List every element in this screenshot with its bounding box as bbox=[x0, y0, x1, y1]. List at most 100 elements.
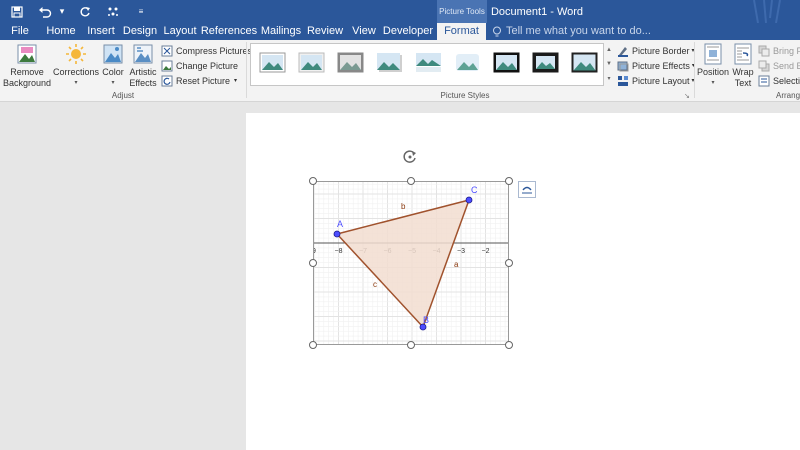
send-backward-icon bbox=[758, 60, 770, 71]
ribbon-format: Remove Background Corrections ▾ Color ▾ … bbox=[0, 40, 800, 102]
tab-references[interactable]: References bbox=[200, 23, 258, 40]
selection-pane-icon bbox=[758, 75, 770, 86]
tab-home[interactable]: Home bbox=[40, 23, 82, 40]
selection-pane-label: Selectio bbox=[773, 75, 800, 86]
corrections-icon bbox=[66, 44, 86, 64]
reset-picture-icon bbox=[161, 75, 173, 86]
tab-review[interactable]: Review bbox=[304, 23, 346, 40]
resize-handle-bottom[interactable] bbox=[407, 341, 415, 349]
remove-background-label2: Background bbox=[2, 78, 52, 88]
picture-layout-button[interactable]: Picture Layout ▾ bbox=[617, 73, 695, 88]
artistic-effects-button[interactable]: Artistic Effects bbox=[127, 42, 159, 89]
picture-style-soft-edge[interactable] bbox=[454, 52, 481, 73]
remove-background-button[interactable]: Remove Background bbox=[2, 42, 52, 89]
position-button[interactable]: Position ▾ bbox=[696, 42, 730, 89]
picture-style-beveled[interactable] bbox=[298, 52, 325, 73]
tab-view[interactable]: View bbox=[346, 23, 382, 40]
save-icon[interactable] bbox=[6, 1, 28, 23]
tab-format[interactable]: Format bbox=[437, 23, 486, 40]
tab-file[interactable]: File bbox=[0, 23, 40, 40]
selection-frame bbox=[313, 181, 509, 345]
picture-border-icon bbox=[618, 46, 628, 57]
position-label: Position bbox=[696, 67, 730, 77]
undo-icon[interactable] bbox=[34, 1, 56, 23]
picture-effects-icon bbox=[617, 61, 629, 71]
touch-mode-icon[interactable] bbox=[102, 1, 124, 23]
picture-style-reflected[interactable] bbox=[415, 52, 442, 73]
resize-handle-top-right[interactable] bbox=[505, 177, 513, 185]
picture-style-double-frame-black[interactable] bbox=[493, 52, 520, 73]
picture-styles-gallery bbox=[250, 43, 614, 86]
send-backward-button[interactable]: Send Ba bbox=[758, 58, 800, 73]
window-decoration bbox=[753, 0, 781, 23]
layout-options-icon bbox=[522, 186, 532, 194]
picture-style-simple-frame[interactable] bbox=[259, 52, 286, 73]
change-picture-label: Change Picture bbox=[176, 60, 239, 71]
compress-pictures-label: Compress Pictures bbox=[176, 45, 253, 56]
compress-pictures-button[interactable]: Compress Pictures bbox=[161, 43, 252, 58]
redo-icon[interactable] bbox=[74, 1, 96, 23]
tab-mailings[interactable]: Mailings bbox=[258, 23, 304, 40]
wrap-text-icon bbox=[734, 43, 752, 65]
tell-me-box[interactable]: Tell me what you want to do... bbox=[492, 23, 651, 40]
wrap-text-label1: Wrap bbox=[732, 67, 754, 77]
bring-forward-button[interactable]: Bring Fo bbox=[758, 43, 800, 58]
picture-layout-label: Picture Layout bbox=[632, 75, 690, 86]
gallery-more-icon[interactable]: ▾ bbox=[607, 75, 610, 82]
wrap-text-button[interactable]: Wrap Text bbox=[730, 42, 756, 89]
tab-insert[interactable]: Insert bbox=[82, 23, 120, 40]
group-separator bbox=[246, 42, 247, 98]
corrections-button[interactable]: Corrections ▾ bbox=[53, 42, 99, 89]
remove-background-label1: Remove bbox=[10, 67, 44, 77]
artistic-effects-label2: Effects bbox=[129, 78, 157, 88]
picture-border-button[interactable]: Picture Border ▾ bbox=[617, 43, 695, 58]
resize-handle-top-left[interactable] bbox=[309, 177, 317, 185]
title-bar: ▾ ≡ Picture Tools Document1 - Word bbox=[0, 0, 800, 23]
picture-effects-label: Picture Effects bbox=[632, 60, 690, 71]
picture-border-label: Picture Border bbox=[632, 45, 690, 56]
gallery-up-icon[interactable]: ▲ bbox=[606, 47, 612, 53]
change-picture-button[interactable]: Change Picture bbox=[161, 58, 238, 73]
gallery-scroll[interactable]: ▲ ▼ ▾ bbox=[603, 43, 614, 86]
picture-layout-icon bbox=[618, 75, 628, 86]
resize-handle-bottom-left[interactable] bbox=[309, 341, 317, 349]
change-picture-icon bbox=[161, 60, 173, 71]
bring-forward-label: Bring Fo bbox=[773, 45, 800, 56]
corrections-label: Corrections bbox=[53, 67, 100, 77]
color-dropdown-icon: ▾ bbox=[111, 80, 115, 86]
customize-qat-icon[interactable]: ≡ bbox=[130, 1, 152, 23]
color-label: Color bbox=[102, 67, 124, 77]
tell-me-placeholder: Tell me what you want to do... bbox=[506, 25, 651, 37]
resize-handle-left[interactable] bbox=[309, 259, 317, 267]
picture-style-simple-frame-black[interactable] bbox=[571, 52, 598, 73]
gallery-down-icon[interactable]: ▼ bbox=[606, 61, 612, 67]
picture-effects-button[interactable]: Picture Effects ▾ bbox=[617, 58, 695, 73]
color-icon bbox=[103, 44, 123, 64]
resize-handle-bottom-right[interactable] bbox=[505, 341, 513, 349]
ribbon-tabs: File Home Insert Design Layout Reference… bbox=[0, 23, 800, 40]
reset-picture-label: Reset Picture bbox=[176, 75, 231, 86]
color-button[interactable]: Color ▾ bbox=[100, 42, 126, 89]
tab-layout[interactable]: Layout bbox=[160, 23, 200, 40]
position-dropdown-icon: ▾ bbox=[711, 80, 715, 86]
picture-style-metal-frame[interactable] bbox=[337, 52, 364, 73]
reset-picture-button[interactable]: Reset Picture ▾ bbox=[161, 73, 237, 88]
resize-handle-right[interactable] bbox=[505, 259, 513, 267]
picture-style-thick-matte-black[interactable] bbox=[532, 52, 559, 73]
picture-tools-label: Picture Tools bbox=[437, 0, 487, 23]
quick-access-toolbar: ▾ ≡ bbox=[0, 0, 152, 23]
picture-styles-launcher-icon[interactable]: ↘ bbox=[684, 92, 690, 100]
reset-picture-dropdown-icon: ▾ bbox=[234, 78, 238, 84]
picture-style-drop-shadow[interactable] bbox=[376, 52, 403, 73]
resize-handle-top[interactable] bbox=[407, 177, 415, 185]
tab-design[interactable]: Design bbox=[120, 23, 160, 40]
tab-developer[interactable]: Developer bbox=[382, 23, 434, 40]
group-label-arrange: Arrang bbox=[776, 91, 800, 100]
remove-background-icon bbox=[17, 44, 37, 64]
selection-pane-button[interactable]: Selectio bbox=[758, 73, 800, 88]
corrections-dropdown-icon: ▾ bbox=[74, 80, 78, 86]
wrap-text-label2: Text bbox=[734, 78, 752, 88]
rotate-handle-icon[interactable] bbox=[402, 149, 418, 165]
layout-options-button[interactable] bbox=[518, 181, 536, 198]
undo-dropdown-icon[interactable]: ▾ bbox=[56, 1, 68, 23]
